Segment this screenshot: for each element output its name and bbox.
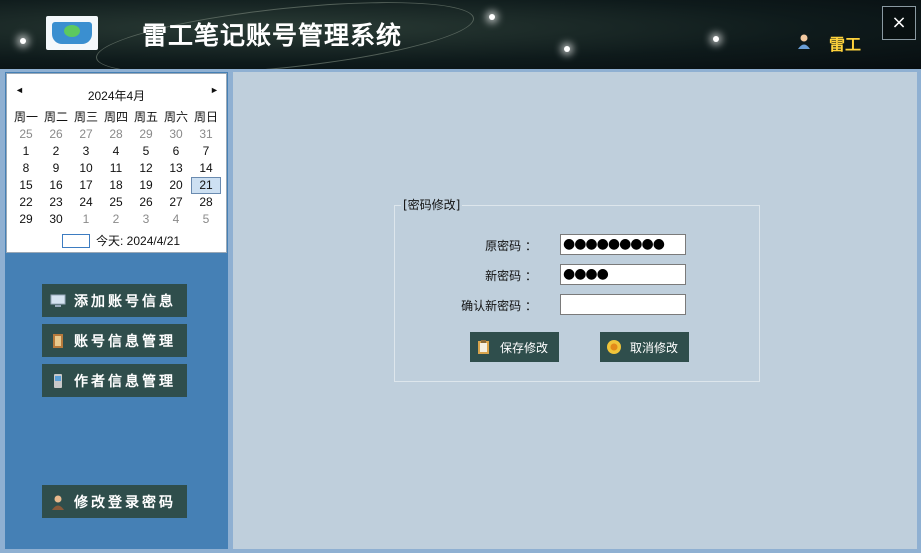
change-password-button[interactable]: 修改登录密码 [42, 485, 187, 518]
calendar-day[interactable]: 19 [131, 177, 161, 194]
calendar-day[interactable]: 25 [101, 194, 131, 211]
calendar-day[interactable]: 27 [161, 194, 191, 211]
cancel-button[interactable]: 取消修改 [600, 332, 689, 362]
author-manage-button[interactable]: 作者信息管理 [42, 364, 187, 397]
calendar-day[interactable]: 28 [101, 126, 131, 143]
calendar-day[interactable]: 2 [41, 143, 71, 160]
calendar-day[interactable]: 7 [191, 143, 221, 160]
group-title: [密码修改] [401, 196, 463, 213]
calendar-day[interactable]: 25 [11, 126, 41, 143]
star-decoration [713, 36, 719, 42]
calendar-day[interactable]: 8 [11, 160, 41, 177]
account-manage-label: 账号信息管理 [74, 333, 176, 350]
calendar-day[interactable]: 9 [41, 160, 71, 177]
calendar-day[interactable]: 16 [41, 177, 71, 194]
user-key-icon [52, 495, 64, 510]
calendar-day[interactable]: 26 [131, 194, 161, 211]
old-password-label: 原密码 ： [485, 239, 537, 253]
weekday-header: 周六 [163, 110, 188, 124]
sidebar: ◄ 2024年4月 ► 周一 周二 周三 周四 周五 周六 周日 25 26 2… [5, 72, 228, 549]
calendar-day[interactable]: 4 [101, 143, 131, 160]
new-password-label: 新密码 ： [485, 269, 537, 283]
calendar-day[interactable]: 12 [131, 160, 161, 177]
calendar-day[interactable]: 1 [71, 211, 101, 228]
next-month-button[interactable]: ► [210, 85, 219, 95]
calendar-day[interactable]: 6 [161, 143, 191, 160]
calendar-day[interactable]: 2 [101, 211, 131, 228]
confirm-password-input[interactable] [560, 294, 686, 315]
calendar-day[interactable]: 3 [71, 143, 101, 160]
monitor-icon [50, 294, 66, 307]
calendar-day[interactable]: 14 [191, 160, 221, 177]
weekday-header: 周二 [43, 110, 68, 124]
notebook-icon [53, 333, 63, 348]
calendar-day[interactable]: 13 [161, 160, 191, 177]
main-panel: [密码修改] 原密码 ： ●●●●●●●●● 新密码 ： ●●●● 确认新密码 … [233, 72, 917, 549]
calendar-day[interactable]: 26 [41, 126, 71, 143]
add-account-button[interactable]: 添加账号信息 [42, 284, 187, 317]
calendar-day[interactable]: 10 [71, 160, 101, 177]
new-password-input[interactable]: ●●●● [560, 264, 686, 285]
user-icon [798, 34, 810, 49]
account-manage-button[interactable]: 账号信息管理 [42, 324, 187, 357]
calendar-day-selected[interactable]: 21 [191, 177, 221, 194]
star-decoration [20, 38, 26, 44]
calendar-day[interactable]: 5 [131, 143, 161, 160]
app-title: 雷工笔记账号管理系统 [142, 21, 403, 50]
save-label: 保存修改 [500, 340, 549, 355]
title-bar: 雷工笔记账号管理系统 雷工 × [0, 0, 921, 69]
today-marker-icon [62, 233, 90, 248]
calendar-day[interactable]: 28 [191, 194, 221, 211]
calendar-day[interactable]: 29 [131, 126, 161, 143]
calendar-day[interactable]: 4 [161, 211, 191, 228]
calendar-day[interactable]: 1 [11, 143, 41, 160]
calendar-today[interactable]: 今天: 2024/4/21 [62, 232, 180, 249]
calendar-day[interactable]: 11 [101, 160, 131, 177]
weekday-header: 周五 [133, 110, 158, 124]
calendar-day[interactable]: 5 [191, 211, 221, 228]
add-account-label: 添加账号信息 [74, 293, 176, 310]
calendar-day[interactable]: 18 [101, 177, 131, 194]
star-decoration [564, 46, 570, 52]
cancel-label: 取消修改 [630, 340, 679, 355]
calendar-grid: 周一 周二 周三 周四 周五 周六 周日 25 26 27 28 29 30 3… [11, 109, 221, 228]
calendar-day[interactable]: 30 [41, 211, 71, 228]
weekday-header: 周日 [193, 110, 218, 124]
app-logo [46, 16, 98, 50]
weekday-header: 周三 [73, 110, 98, 124]
weekday-header: 周一 [13, 110, 38, 124]
weekday-header: 周四 [103, 110, 128, 124]
calendar-day[interactable]: 31 [191, 126, 221, 143]
month-calendar[interactable]: ◄ 2024年4月 ► 周一 周二 周三 周四 周五 周六 周日 25 26 2… [6, 73, 227, 253]
current-user-name: 雷工 [829, 35, 862, 54]
star-decoration [489, 14, 495, 20]
calendar-day[interactable]: 20 [161, 177, 191, 194]
close-button[interactable]: × [882, 6, 916, 40]
clipboard-icon [478, 340, 489, 354]
phone-icon [54, 373, 62, 388]
save-button[interactable]: 保存修改 [470, 332, 559, 362]
old-password-input[interactable]: ●●●●●●●●● [560, 234, 686, 255]
calendar-day[interactable]: 27 [71, 126, 101, 143]
today-label: 今天: 2024/4/21 [96, 234, 181, 248]
calendar-day[interactable]: 22 [11, 194, 41, 211]
author-manage-label: 作者信息管理 [74, 373, 176, 390]
calendar-day[interactable]: 17 [71, 177, 101, 194]
calendar-day[interactable]: 30 [161, 126, 191, 143]
calendar-day[interactable]: 23 [41, 194, 71, 211]
calendar-day[interactable]: 24 [71, 194, 101, 211]
confirm-password-label: 确认新密码 ： [461, 299, 537, 313]
calendar-day[interactable]: 3 [131, 211, 161, 228]
calendar-day[interactable]: 15 [11, 177, 41, 194]
calendar-month-title[interactable]: 2024年4月 [7, 87, 226, 104]
calendar-day[interactable]: 29 [11, 211, 41, 228]
change-password-label: 修改登录密码 [74, 494, 176, 511]
password-change-group: [密码修改] 原密码 ： ●●●●●●●●● 新密码 ： ●●●● 确认新密码 … [394, 196, 760, 382]
cancel-icon [607, 340, 621, 354]
